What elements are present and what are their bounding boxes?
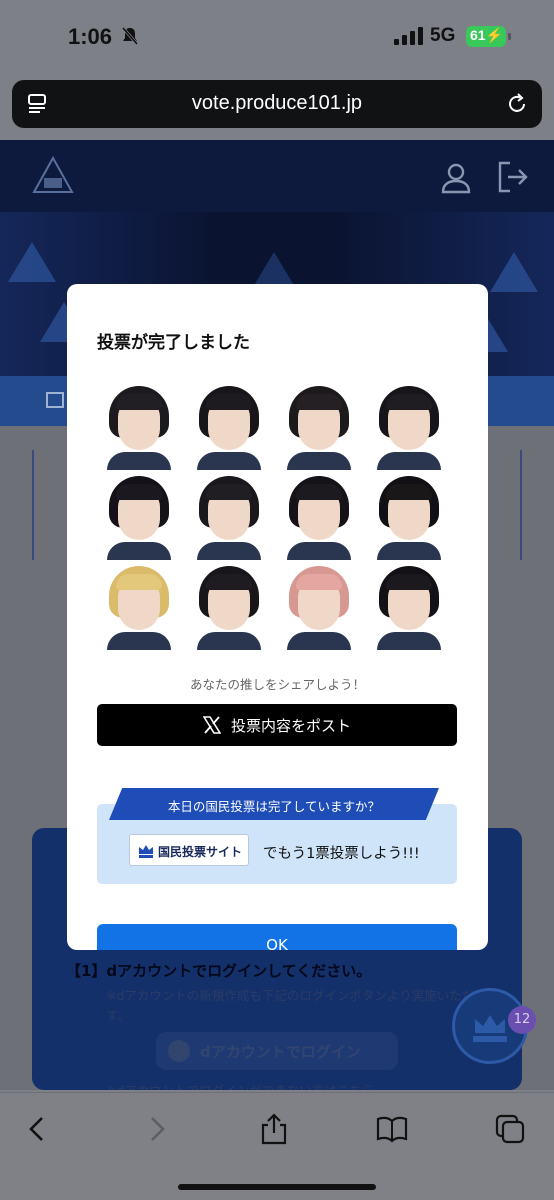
- promo-ribbon: 本日の国民投票は完了していますか？: [109, 788, 439, 820]
- login-help-link[interactable]: ※dアカウントでログインができない方はこちら: [106, 1080, 374, 1090]
- status-bar: 1:06 5G 61⚡: [0, 0, 554, 76]
- trainee-photo: [103, 564, 175, 650]
- url-text[interactable]: vote.produce101.jp: [12, 92, 542, 115]
- reload-icon[interactable]: [506, 93, 528, 115]
- trainee-photo: [193, 384, 265, 470]
- user-account-icon[interactable]: [440, 162, 472, 194]
- trainee-photo: [193, 474, 265, 560]
- bookmarks-icon[interactable]: [376, 1113, 408, 1145]
- share-prompt: あなたの推しをシェアしよう！: [189, 677, 365, 692]
- forward-icon[interactable]: [140, 1113, 172, 1145]
- ok-button[interactable]: OK: [97, 924, 457, 950]
- trainee-photo: [283, 474, 355, 560]
- home-indicator: [178, 1184, 376, 1190]
- site-header: [0, 140, 554, 212]
- trainee-photo: [373, 474, 445, 560]
- logout-icon[interactable]: [496, 160, 530, 194]
- video-play-icon[interactable]: [46, 392, 64, 408]
- trainee-photo: [283, 564, 355, 650]
- crown-icon: [139, 845, 153, 858]
- trainee-photo: [103, 474, 175, 560]
- national-vote-site-button[interactable]: 国民投票サイト: [129, 834, 249, 866]
- trainee-photo: [373, 384, 445, 470]
- trainee-photo: [373, 564, 445, 650]
- produce101-logo[interactable]: [32, 156, 74, 198]
- address-bar[interactable]: vote.produce101.jp: [12, 80, 542, 128]
- d-account-login-button[interactable]: dアカウントでログイン: [156, 1032, 398, 1070]
- site-button-label: 国民投票サイト: [158, 845, 243, 859]
- vote-complete-dialog: 投票が完了しました あなたの推しをシェアしよう！ 投票内容をポスト 本日の国民投…: [67, 284, 488, 950]
- back-icon[interactable]: [22, 1113, 54, 1145]
- banner-triangle: [8, 242, 56, 282]
- bell-muted-icon: [121, 27, 139, 45]
- share-icon[interactable]: [258, 1113, 290, 1145]
- x-logo-icon: [202, 716, 221, 734]
- post-to-x-button[interactable]: 投票内容をポスト: [97, 704, 457, 746]
- network-type: 5G: [430, 25, 456, 46]
- post-button-label: 投票内容をポスト: [230, 717, 351, 735]
- tabs-icon[interactable]: [494, 1113, 526, 1145]
- national-vote-promo: 本日の国民投票は完了していますか？ 国民投票サイト でもう1票投票しよう!!!: [97, 788, 457, 884]
- battery-indicator: 61⚡: [466, 26, 511, 47]
- login-step-title: 【1】dアカウントでログインしてください。: [66, 962, 372, 980]
- signal-icon: [394, 27, 423, 45]
- banner-triangle: [490, 252, 538, 292]
- notification-badge: 12: [508, 1006, 536, 1034]
- trainee-photo: [283, 384, 355, 470]
- battery-level: 61: [470, 27, 486, 43]
- d-account-icon: [168, 1040, 190, 1062]
- promo-cta-text: でもう1票投票しよう!!!: [263, 846, 420, 862]
- status-time: 1:06: [68, 24, 113, 49]
- d-login-label: dアカウントでログイン: [200, 1043, 361, 1061]
- dialog-title: 投票が完了しました: [97, 333, 250, 353]
- trainee-photo: [103, 384, 175, 470]
- trainee-photo: [193, 564, 265, 650]
- trainee-grid: [103, 384, 453, 656]
